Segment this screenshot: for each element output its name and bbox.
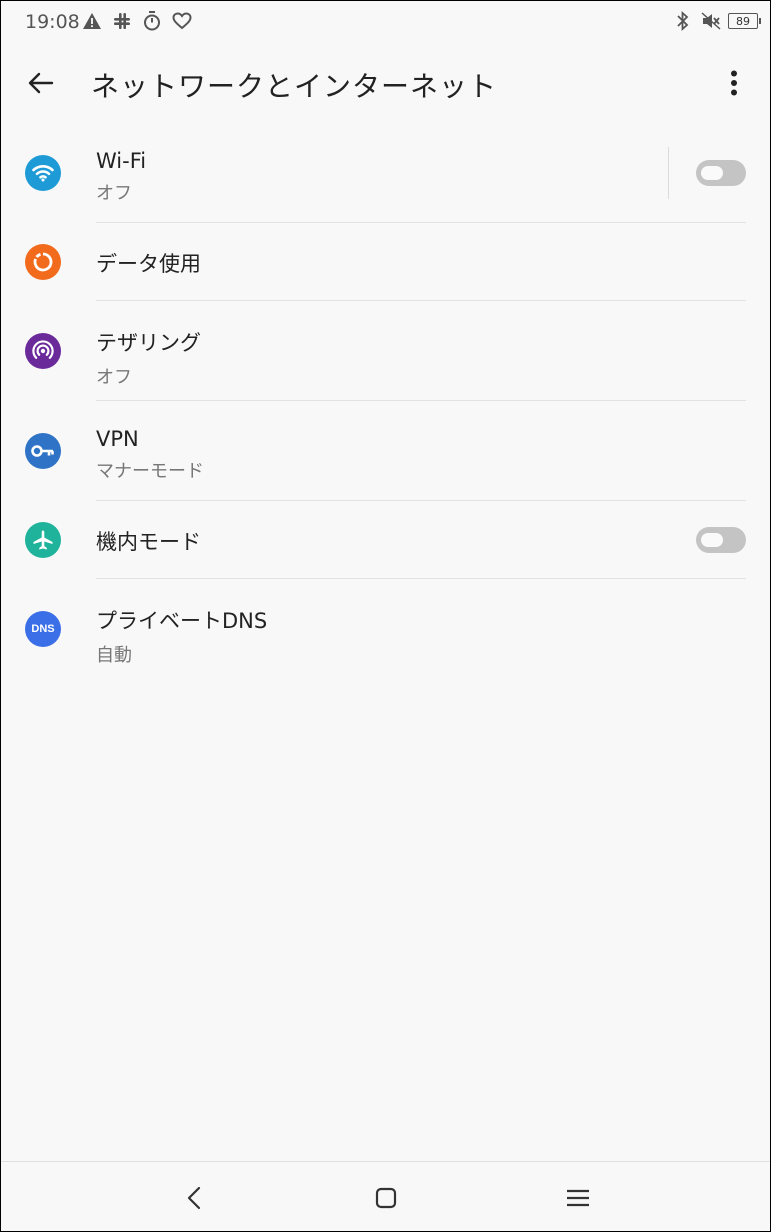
battery-indicator: 89 [728, 13, 761, 29]
settings-item-title: VPN [96, 427, 139, 451]
toggle-knob [701, 533, 723, 547]
app-bar: ネットワークとインターネット [1, 43, 770, 123]
settings-item-title: データ使用 [96, 252, 201, 276]
navigation-bar [1, 1161, 770, 1231]
settings-item-title: 機内モード [96, 530, 201, 554]
toggle-knob [701, 166, 723, 180]
more-vert-icon [731, 70, 737, 96]
settings-item-text: データ使用 [96, 248, 201, 278]
settings-item-title: テザリング [96, 331, 201, 355]
settings-item-data-usage[interactable]: データ使用 [1, 223, 770, 301]
data-usage-icon [25, 244, 61, 280]
settings-item-subtitle: マナーモード [96, 461, 204, 482]
airplane-icon [25, 522, 61, 558]
settings-item-text: Wi-Fi オフ [96, 149, 146, 205]
settings-item-private-dns[interactable]: DNS プライベートDNS 自動 [1, 579, 770, 679]
timer-icon [141, 10, 163, 32]
back-nav-icon [187, 1186, 201, 1210]
hotspot-icon [25, 333, 61, 369]
settings-item-subtitle: オフ [96, 367, 132, 388]
airplane-mode-toggle[interactable] [696, 527, 746, 553]
settings-item-airplane-mode[interactable]: 機内モード [1, 501, 770, 579]
settings-item-vpn[interactable]: VPN マナーモード [1, 401, 770, 501]
settings-item-text: プライベートDNS 自動 [96, 605, 267, 667]
divider-vertical [668, 147, 669, 199]
settings-item-wifi[interactable]: Wi-Fi オフ [1, 123, 770, 223]
more-options-button[interactable] [714, 63, 754, 103]
mute-icon [700, 10, 722, 32]
slack-icon [111, 10, 133, 32]
nav-back-button[interactable] [176, 1180, 212, 1216]
status-system-icons: 89 [672, 10, 761, 32]
wifi-icon [25, 155, 61, 191]
wifi-toggle[interactable] [696, 160, 746, 186]
settings-item-text: テザリング オフ [96, 327, 201, 389]
settings-item-title: Wi-Fi [96, 149, 147, 173]
vpn-key-icon [25, 433, 61, 469]
warning-icon [81, 10, 103, 32]
screen: 19:08 89 ネットワークとインターネット Wi-Fi オフ データ使用 テ… [0, 0, 771, 1232]
status-notification-icons [81, 10, 193, 32]
status-time: 19:08 [25, 11, 80, 33]
settings-list: Wi-Fi オフ データ使用 テザリング オフ VPN マナーモード 機内モード… [1, 123, 770, 679]
settings-item-subtitle: 自動 [96, 645, 132, 666]
nav-recents-button[interactable] [560, 1180, 596, 1216]
settings-item-text: VPN マナーモード [96, 427, 204, 483]
dns-icon-label: DNS [31, 623, 55, 635]
settings-item-subtitle: オフ [96, 183, 132, 204]
bluetooth-icon [672, 10, 694, 32]
back-button[interactable] [21, 63, 61, 103]
page-title: ネットワークとインターネット [91, 70, 498, 103]
status-bar: 19:08 89 [1, 1, 770, 43]
settings-item-tethering[interactable]: テザリング オフ [1, 301, 770, 401]
settings-item-text: 機内モード [96, 526, 201, 556]
nav-home-button[interactable] [368, 1180, 404, 1216]
home-nav-icon [375, 1187, 397, 1209]
dns-icon: DNS [25, 611, 61, 647]
arrow-left-icon [28, 72, 54, 94]
settings-item-title: プライベートDNS [96, 609, 268, 633]
battery-level: 89 [736, 14, 750, 28]
heart-icon [171, 10, 193, 32]
recents-nav-icon [567, 1189, 589, 1207]
